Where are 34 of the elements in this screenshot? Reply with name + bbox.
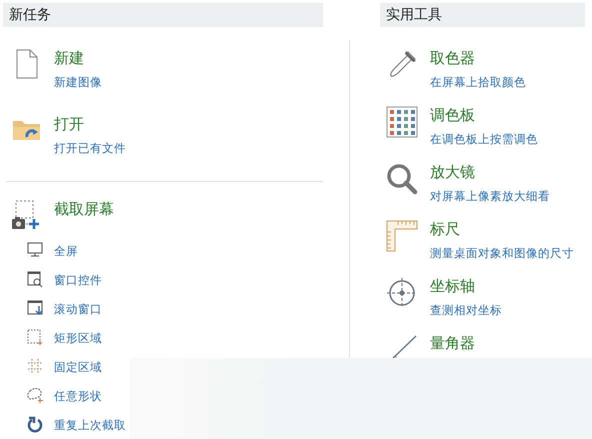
monitor-icon (27, 242, 44, 259)
tool-title[interactable]: 取色器 (430, 49, 526, 67)
task-title[interactable]: 打开 (54, 115, 126, 133)
capture-mode-item[interactable]: 全屏 (3, 236, 323, 265)
palette-icon (386, 106, 418, 138)
camera-capture-icon (12, 200, 40, 230)
tool-description: 测量桌面对象和图像的尺寸 (430, 246, 574, 260)
ruler-icon (386, 220, 418, 252)
tool-title[interactable]: 坐标轴 (430, 277, 502, 295)
task-description: 打开已有文件 (54, 141, 126, 155)
tool-title[interactable]: 标尺 (430, 220, 574, 238)
capture-mode-item[interactable]: 矩形区域 (3, 323, 323, 352)
tool-description: 查测相对坐标 (430, 303, 502, 317)
grid-icon (27, 358, 44, 375)
tool-title[interactable]: 放大镜 (430, 163, 550, 181)
capture-mode-item[interactable]: 滚动窗口 (3, 294, 323, 323)
section-header: 新任务 (3, 3, 323, 27)
magnifier-icon (386, 163, 418, 195)
capture-mode-item[interactable]: 窗口控件 (3, 265, 323, 294)
tool-description: 在屏幕上拾取颜色 (430, 75, 526, 89)
tool-title[interactable]: 调色板 (430, 106, 538, 124)
document-icon (16, 49, 38, 79)
tool-description: 在调色板上按需调色 (430, 132, 538, 146)
crosshair-icon (386, 277, 418, 309)
tool-title[interactable]: 量角器 (430, 334, 475, 352)
repeat-icon (27, 416, 44, 433)
window-search-icon (27, 271, 44, 288)
dashed-rectangle-icon (27, 329, 44, 346)
tool-description: 对屏幕上像素放大细看 (430, 189, 550, 203)
task-title[interactable]: 新建 (54, 49, 102, 67)
capture-title[interactable]: 截取屏幕 (54, 200, 114, 218)
section-header: 实用工具 (380, 3, 585, 27)
lasso-icon (27, 387, 44, 404)
task-description: 新建图像 (54, 75, 102, 89)
